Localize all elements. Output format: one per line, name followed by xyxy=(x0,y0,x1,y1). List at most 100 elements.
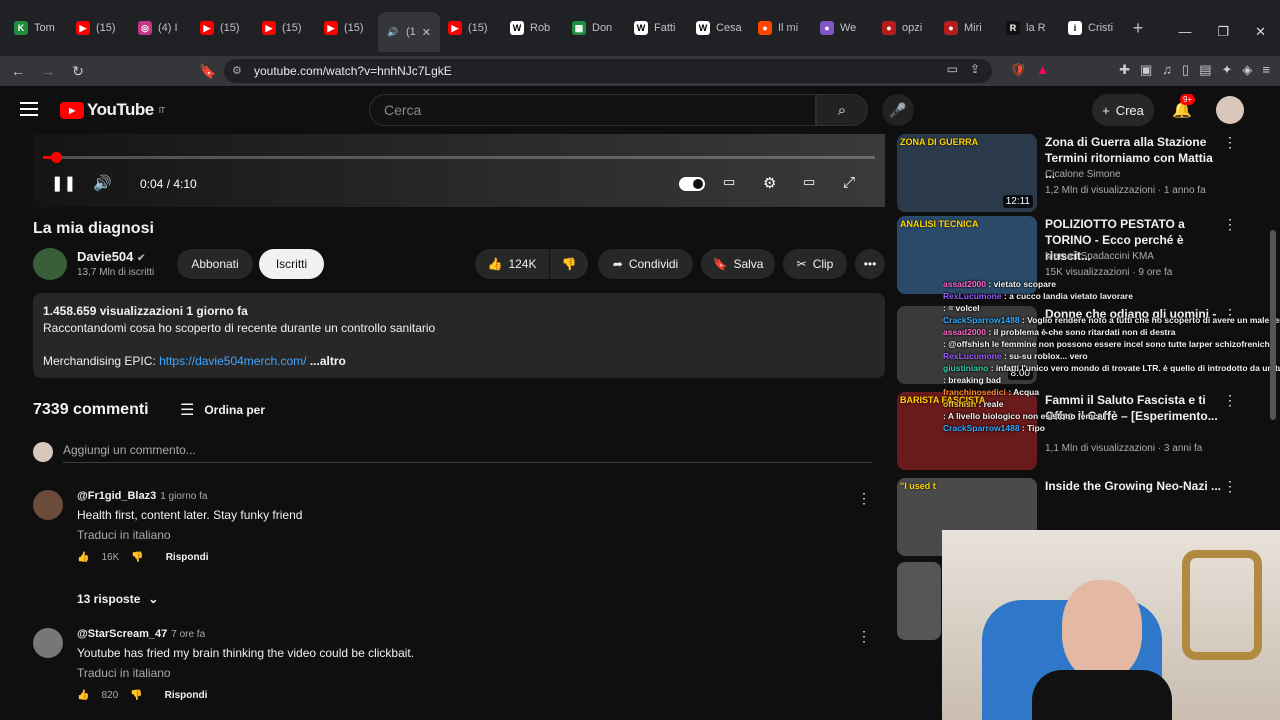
site-info-icon[interactable]: ⚙ xyxy=(232,64,242,77)
close-tab-icon[interactable]: ✕ xyxy=(422,26,431,39)
reload-icon[interactable]: ↻ xyxy=(66,63,90,80)
merch-link[interactable]: https://davie504merch.com/ xyxy=(159,354,306,368)
translate-link[interactable]: Traduci in italiano xyxy=(77,528,171,542)
channel-avatar[interactable] xyxy=(33,248,67,280)
autoplay-toggle[interactable] xyxy=(679,177,705,191)
like-button[interactable]: 👍 124K xyxy=(475,249,549,279)
vpn-icon[interactable]: ◈ xyxy=(1242,62,1252,78)
show-replies-button[interactable]: 13 risposte ⌄ xyxy=(77,592,158,606)
browser-tab[interactable]: ● We xyxy=(812,10,874,46)
new-tab-button[interactable]: + xyxy=(1122,18,1154,39)
browser-menu-icon[interactable]: ≡ xyxy=(1262,62,1270,78)
back-icon[interactable]: ← xyxy=(6,63,30,79)
browser-tab[interactable]: W Fatti xyxy=(626,10,688,46)
close-window-icon[interactable]: ✕ xyxy=(1255,24,1266,40)
chat-text: infatti l'unico vero mondo di trovate LT… xyxy=(995,363,1280,373)
minimize-icon[interactable]: — xyxy=(1178,24,1191,40)
browser-tab[interactable]: ▶ (15) xyxy=(68,10,130,46)
browser-tab[interactable]: W Cesa xyxy=(688,10,750,46)
scrollbar-thumb[interactable] xyxy=(1270,230,1276,420)
comment-dislike-icon[interactable]: 👎 xyxy=(130,690,142,701)
comment-like-icon[interactable]: 👍 xyxy=(77,690,89,701)
forward-icon[interactable]: → xyxy=(36,63,60,79)
browser-tab[interactable]: ▶ (15) xyxy=(192,10,254,46)
recommendation-channel[interactable]: Manuel Spadaccini KMA xyxy=(1045,251,1154,262)
share-button[interactable]: ➦ Condividi xyxy=(598,249,693,279)
pause-icon[interactable]: ❚❚ xyxy=(51,174,76,192)
browser-tab[interactable]: W Rob xyxy=(502,10,564,46)
brave-shield-icon[interactable]: 🛡 xyxy=(1010,62,1027,78)
add-comment-input[interactable]: Aggiungi un commento... xyxy=(63,443,872,463)
account-avatar[interactable] xyxy=(1216,96,1244,124)
search-button[interactable]: ⌕ xyxy=(816,94,868,126)
show-more-link[interactable]: ...altro xyxy=(310,354,346,368)
join-button[interactable]: Abbonati xyxy=(177,249,253,279)
youtube-logo[interactable]: ▶ YouTube IT xyxy=(60,100,165,120)
page-scrollbar[interactable] xyxy=(1270,90,1276,420)
volume-icon[interactable]: 🔊 xyxy=(93,174,112,192)
recommendation-menu-icon[interactable]: ⋮ xyxy=(1223,134,1237,151)
translate-link[interactable]: Traduci in italiano xyxy=(77,666,171,680)
browser-tab[interactable]: 🔊 (1 ✕ xyxy=(378,12,440,52)
browser-tab[interactable]: K Tom xyxy=(6,10,68,46)
hamburger-menu-icon[interactable] xyxy=(20,102,38,116)
browser-tab[interactable]: ▶ (15) xyxy=(254,10,316,46)
share-page-icon[interactable]: ⇪ xyxy=(970,62,980,76)
sort-comments-button[interactable]: ☰ Ordina per xyxy=(180,400,265,420)
comment-avatar[interactable] xyxy=(33,628,63,658)
notifications-button[interactable]: 🔔 9+ xyxy=(1172,94,1196,120)
browser-tab[interactable]: ▶ (15) xyxy=(316,10,378,46)
more-actions-button[interactable]: ••• xyxy=(855,249,885,279)
comment-like-icon[interactable]: 👍 xyxy=(77,552,89,563)
wallet-icon[interactable]: ▤ xyxy=(1199,62,1211,78)
comment-avatar[interactable] xyxy=(33,490,63,520)
description-box[interactable]: 1.458.659 visualizzazioni 1 giorno fa Ra… xyxy=(33,293,885,378)
browser-tab[interactable]: ● Miri xyxy=(936,10,998,46)
reply-button[interactable]: Rispondi xyxy=(166,552,209,563)
search-input[interactable]: Cerca xyxy=(369,94,816,126)
fullscreen-icon[interactable]: ⤢ xyxy=(843,174,855,191)
comment-menu-icon[interactable]: ⋮ xyxy=(857,490,871,507)
recommendation-menu-icon[interactable]: ⋮ xyxy=(1223,478,1237,495)
clip-button[interactable]: ✂ Clip xyxy=(783,249,847,279)
comment-author[interactable]: @StarScream_47 7 ore fa xyxy=(77,628,205,640)
cast-icon[interactable]: ▭ xyxy=(947,62,958,76)
sidebar-icon[interactable]: ▯ xyxy=(1182,62,1189,78)
browser-tab[interactable]: ● Il mi xyxy=(750,10,812,46)
browser-tab[interactable]: ▶ (15) xyxy=(440,10,502,46)
leo-icon[interactable]: ✦ xyxy=(1222,62,1233,78)
dislike-button[interactable]: 👎 xyxy=(550,249,588,279)
create-button[interactable]: + Crea xyxy=(1092,94,1154,126)
subscribed-button[interactable]: Iscritti xyxy=(259,249,324,279)
settings-gear-icon[interactable]: ⚙ xyxy=(763,174,776,192)
rewards-icon[interactable]: ▲ xyxy=(1036,62,1049,78)
browser-tab[interactable]: Rla R xyxy=(998,10,1060,46)
progress-bar[interactable] xyxy=(43,152,875,163)
media-icon[interactable]: ♫ xyxy=(1162,62,1172,78)
voice-search-button[interactable]: 🎤 xyxy=(882,94,914,126)
url-field[interactable]: ⚙ youtube.com/watch?v=hnhNJc7LgkE ▭ ⇪ xyxy=(224,59,992,83)
channel-name[interactable]: Davie504 ✔ xyxy=(77,249,145,264)
video-thumbnail[interactable] xyxy=(897,562,941,640)
extensions-icon[interactable]: ✚ xyxy=(1119,62,1130,78)
comment-menu-icon[interactable]: ⋮ xyxy=(857,628,871,645)
scrubber-handle[interactable] xyxy=(51,152,63,163)
comment-author[interactable]: @Fr1gid_Blaz3 1 giorno fa xyxy=(77,490,207,502)
browser-tab[interactable]: i Cristi xyxy=(1060,10,1122,46)
browser-tab[interactable]: ◎ (4) I xyxy=(130,10,192,46)
recommendation-title[interactable]: Inside the Growing Neo-Nazi ... xyxy=(1045,478,1225,494)
recommendation-channel[interactable]: Cicalone Simone xyxy=(1045,169,1121,180)
browser-tab[interactable]: ▦ Don xyxy=(564,10,626,46)
save-button[interactable]: 🔖 Salva xyxy=(701,249,775,279)
recommendation-menu-icon[interactable]: ⋮ xyxy=(1223,216,1237,233)
browser-tab[interactable]: ● opzi xyxy=(874,10,936,46)
theater-mode-icon[interactable]: ▭ xyxy=(803,174,815,190)
reply-button[interactable]: Rispondi xyxy=(165,690,208,701)
subtitles-icon[interactable]: ▭ xyxy=(723,174,735,190)
bookmark-icon[interactable]: 🔖 xyxy=(196,63,220,80)
maximize-icon[interactable]: ❐ xyxy=(1217,24,1229,40)
video-player[interactable]: ❚❚ 🔊 0:04 / 4:10 ▭ ⚙ ▭ ⤢ xyxy=(33,134,885,207)
video-thumbnail[interactable]: ZONA DI GUERRA 12:11 xyxy=(897,134,1037,212)
screenshot-icon[interactable]: ▣ xyxy=(1140,62,1152,78)
comment-dislike-icon[interactable]: 👎 xyxy=(131,552,143,563)
